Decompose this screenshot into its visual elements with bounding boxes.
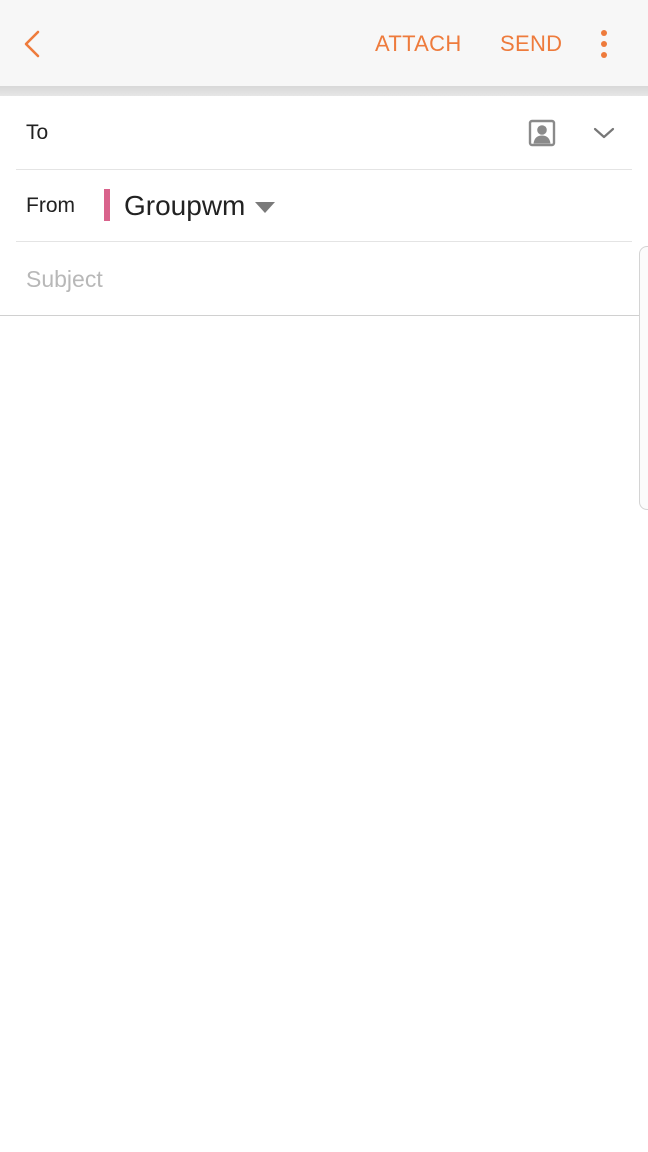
from-label: From <box>26 194 75 217</box>
back-button[interactable] <box>12 22 52 66</box>
expand-recipients-button[interactable] <box>588 116 620 150</box>
from-account-selector[interactable]: Groupwm <box>124 187 276 225</box>
chevron-down-icon <box>593 127 615 139</box>
more-vertical-icon <box>601 30 607 58</box>
compose-screen: ATTACH SEND To From Groupwm Subject <box>0 0 648 1152</box>
subject-field[interactable] <box>16 243 632 315</box>
toolbar-shadow <box>0 86 648 96</box>
message-body-field[interactable] <box>0 316 640 1152</box>
more-options-button[interactable] <box>586 22 622 66</box>
triangle-down-icon <box>255 201 276 213</box>
send-button[interactable]: SEND <box>500 24 562 64</box>
edge-panel-handle[interactable] <box>639 246 648 510</box>
contact-book-icon <box>528 119 556 147</box>
attach-button[interactable]: ATTACH <box>375 24 462 64</box>
to-row: To <box>16 96 632 170</box>
to-label: To <box>26 121 49 144</box>
to-field[interactable] <box>86 114 510 152</box>
account-color-marker <box>104 189 110 221</box>
toolbar: ATTACH SEND <box>0 0 648 86</box>
contacts-button[interactable] <box>524 116 560 150</box>
from-account-name: Groupwm <box>124 190 246 221</box>
chevron-left-icon <box>24 30 40 58</box>
from-row: From Groupwm <box>16 170 632 242</box>
